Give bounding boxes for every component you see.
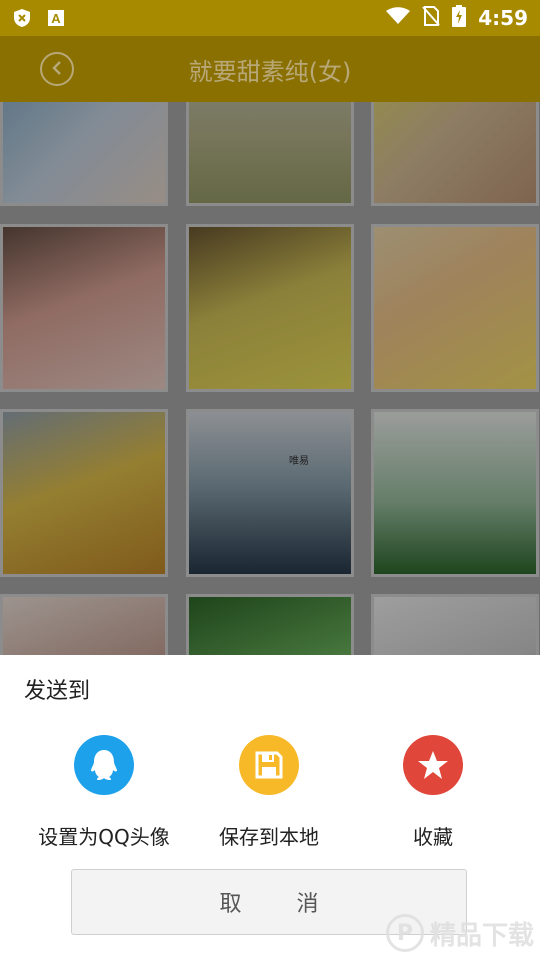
app-bar: 就要甜素纯(女) bbox=[0, 36, 540, 102]
chevron-left-icon bbox=[51, 57, 63, 81]
font-a-icon: A bbox=[46, 8, 66, 28]
share-sheet: 发送到 设置为QQ头像 保存到本地 收藏 取 消 P 精品下载 bbox=[0, 655, 540, 960]
photo-thumbnail[interactable] bbox=[186, 102, 354, 206]
star-icon bbox=[403, 735, 463, 795]
favorite-label: 收藏 bbox=[413, 825, 453, 849]
qq-penguin-icon bbox=[74, 735, 134, 795]
photo-thumbnail[interactable] bbox=[371, 102, 539, 206]
set-qq-avatar-label: 设置为QQ头像 bbox=[38, 825, 170, 849]
shield-icon bbox=[12, 8, 32, 28]
clock-time: 4:59 bbox=[478, 6, 528, 30]
set-qq-avatar-button[interactable]: 设置为QQ头像 bbox=[19, 735, 189, 850]
save-local-button[interactable]: 保存到本地 bbox=[184, 735, 354, 850]
status-bar: A 4:59 bbox=[0, 0, 540, 36]
photo-thumbnail[interactable] bbox=[0, 409, 168, 577]
svg-text:A: A bbox=[51, 11, 61, 26]
favorite-button[interactable]: 收藏 bbox=[348, 735, 518, 850]
photo-thumbnail[interactable] bbox=[0, 102, 168, 206]
photo-thumbnail[interactable] bbox=[186, 594, 354, 655]
photo-thumbnail[interactable] bbox=[0, 594, 168, 655]
photo-thumbnail[interactable] bbox=[186, 224, 354, 392]
share-sheet-title: 发送到 bbox=[24, 679, 91, 704]
photo-thumbnail[interactable] bbox=[371, 594, 539, 655]
watermark: P 精品下载 bbox=[385, 914, 534, 952]
wifi-icon bbox=[386, 6, 411, 30]
watermark-logo-icon: P bbox=[385, 914, 424, 952]
photo-overlay-text: 唯易 bbox=[289, 456, 309, 467]
page-title: 就要甜素纯(女) bbox=[188, 57, 352, 86]
photo-thumbnail[interactable]: 唯易 bbox=[186, 409, 354, 577]
no-sim-icon bbox=[422, 5, 440, 31]
save-local-label: 保存到本地 bbox=[219, 825, 319, 849]
photo-thumbnail[interactable] bbox=[371, 409, 539, 577]
back-button[interactable] bbox=[40, 52, 74, 86]
save-disk-icon bbox=[239, 735, 299, 795]
photo-thumbnail[interactable] bbox=[0, 224, 168, 392]
photo-grid: 唯易 bbox=[0, 102, 540, 655]
battery-charging-icon bbox=[452, 4, 467, 32]
photo-thumbnail[interactable] bbox=[371, 224, 539, 392]
watermark-text: 精品下载 bbox=[429, 920, 534, 951]
